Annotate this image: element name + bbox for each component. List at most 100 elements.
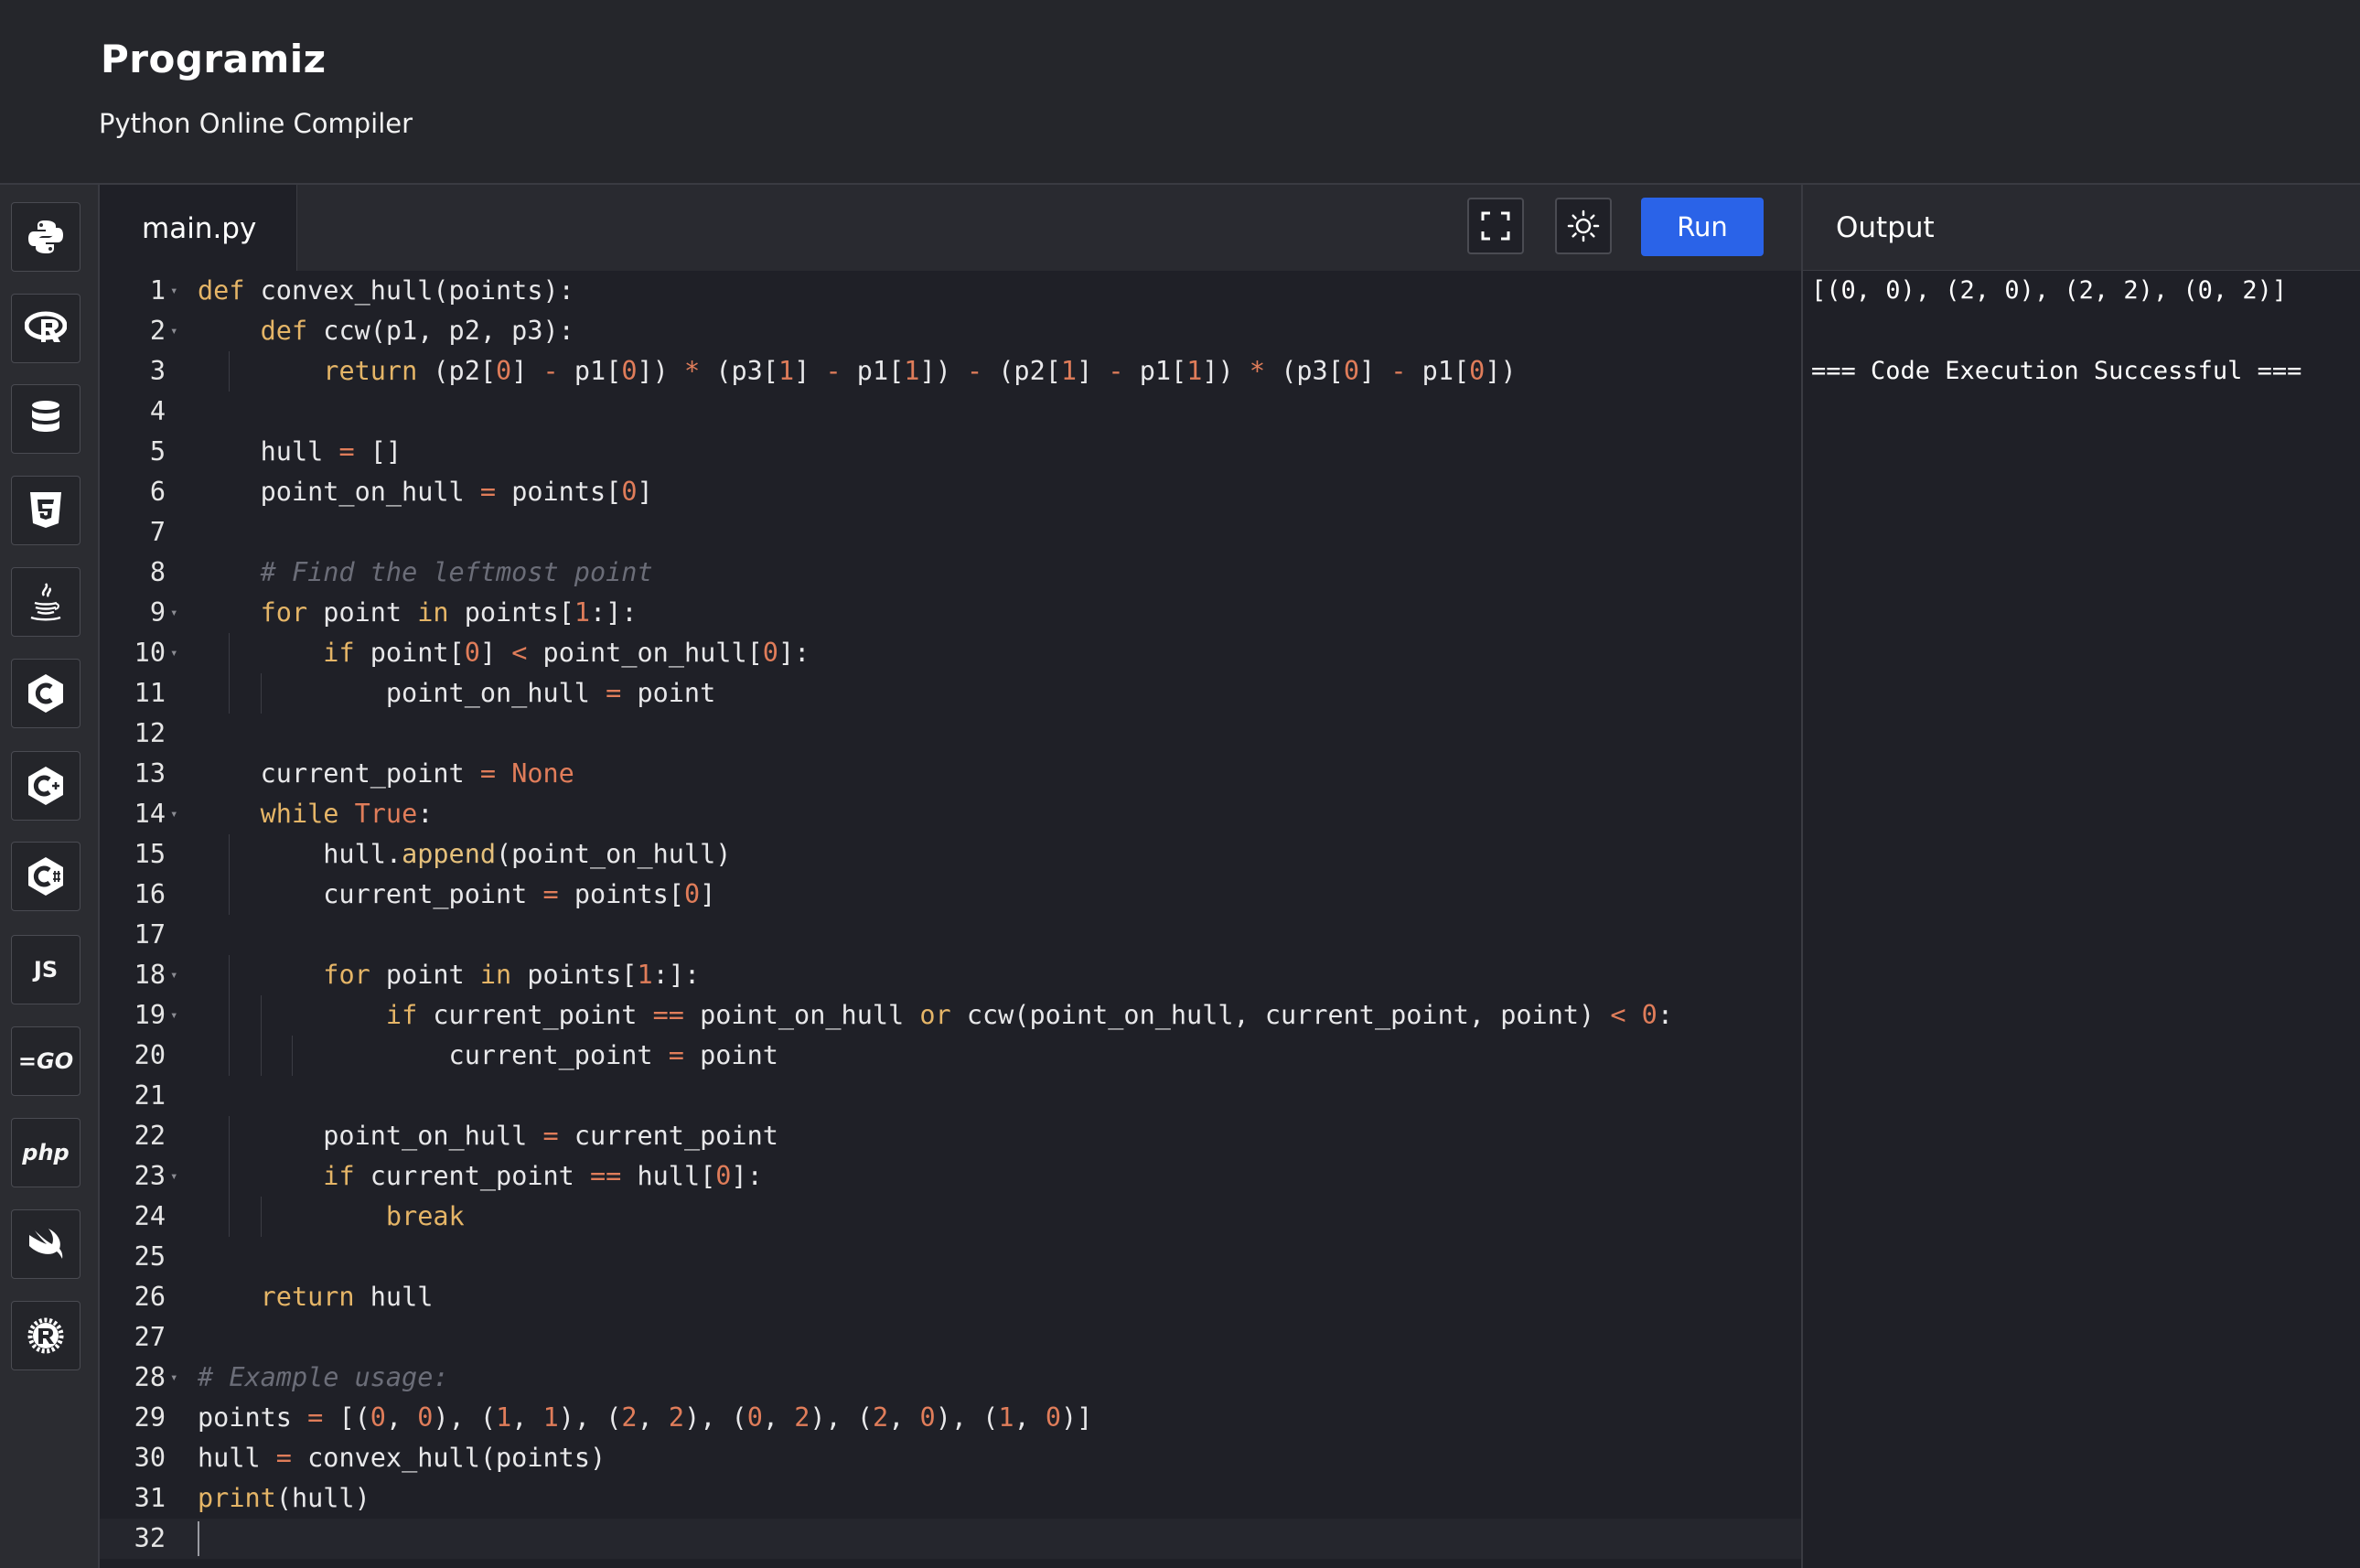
- code-line[interactable]: 16 current_point = points[0]: [100, 875, 1801, 915]
- code-line[interactable]: 22 point_on_hull = current_point: [100, 1116, 1801, 1156]
- code-line[interactable]: 23 ▾ if current_point == hull[0]:: [100, 1156, 1801, 1197]
- code-line[interactable]: 27: [100, 1317, 1801, 1358]
- code-line[interactable]: 5 hull = []: [100, 432, 1801, 472]
- code-text: def ccw(p1, p2, p3):: [260, 316, 574, 346]
- sidebar-item-sql[interactable]: [11, 384, 80, 454]
- line-number: 28: [134, 1362, 166, 1392]
- sidebar-item-java[interactable]: [11, 567, 80, 637]
- line-number: 19: [134, 1000, 166, 1030]
- line-number: 10: [134, 638, 166, 668]
- code-text: point_on_hull = point: [198, 678, 716, 708]
- code-text: for point in points[1:]:: [323, 960, 701, 990]
- code-line[interactable]: 12: [100, 714, 1801, 754]
- code-line[interactable]: 31 print(hull): [100, 1478, 1801, 1519]
- code-line[interactable]: 3 return (p2[0] - p1[0]) * (p3[1] - p1[1…: [100, 351, 1801, 392]
- line-number: 2: [149, 316, 166, 346]
- code-line[interactable]: 26 return hull: [100, 1277, 1801, 1317]
- fold-arrow-icon[interactable]: ▾: [170, 955, 177, 995]
- output-header: Output: [1803, 185, 2360, 271]
- code-line[interactable]: 20 current_point = point: [100, 1036, 1801, 1076]
- code-line[interactable]: 25: [100, 1237, 1801, 1277]
- code-line[interactable]: 9 ▾ for point in points[1:]:: [100, 593, 1801, 633]
- fold-arrow-icon[interactable]: ▾: [170, 1358, 177, 1398]
- fold-arrow-icon[interactable]: ▾: [170, 633, 177, 673]
- code-line[interactable]: 19 ▾ if current_point == point_on_hull or…: [100, 995, 1801, 1036]
- run-button[interactable]: Run: [1641, 198, 1764, 256]
- sidebar-item-r[interactable]: [11, 294, 80, 363]
- line-number: 30: [134, 1443, 166, 1473]
- code-line[interactable]: 15 hull.append(point_on_hull): [100, 834, 1801, 875]
- fold-arrow-icon[interactable]: ▾: [170, 593, 177, 633]
- line-number: 31: [134, 1483, 166, 1513]
- code-line[interactable]: 10 ▾ if point[0] < point_on_hull[0]:: [100, 633, 1801, 673]
- sidebar-item-go[interactable]: =GO: [11, 1026, 80, 1096]
- code-text: for point in points[1:]:: [260, 597, 638, 628]
- code-line[interactable]: 24 break: [100, 1197, 1801, 1237]
- cpp-icon: [27, 765, 65, 807]
- code-text: point_on_hull = current_point: [198, 1121, 778, 1151]
- code-line[interactable]: 7: [100, 512, 1801, 553]
- editor-tab-bar: main.py: [100, 185, 1801, 272]
- code-line[interactable]: 14 ▾ while True:: [100, 794, 1801, 834]
- header: Programiz Python Online Compiler: [0, 0, 2360, 183]
- output-panel[interactable]: [(0, 0), (2, 0), (2, 2), (0, 2)] === Code…: [1803, 271, 2360, 1568]
- indent-guide: [229, 1036, 231, 1076]
- fold-arrow-icon[interactable]: ▾: [170, 271, 177, 311]
- code-text: hull.append(point_on_hull): [198, 839, 732, 869]
- sidebar-item-c[interactable]: [11, 659, 80, 728]
- line-number: 4: [149, 396, 166, 426]
- fold-arrow-icon[interactable]: ▾: [170, 794, 177, 834]
- tab-main-py[interactable]: main.py: [100, 185, 297, 272]
- code-line[interactable]: 32: [100, 1519, 1801, 1559]
- csharp-icon: [27, 855, 65, 897]
- output-title: Output: [1836, 210, 1935, 244]
- indent-guide: [260, 1197, 262, 1237]
- js-icon: JS: [33, 957, 59, 983]
- code-text: print(hull): [198, 1483, 370, 1513]
- sidebar-item-swift[interactable]: [11, 1209, 80, 1279]
- code-line[interactable]: 30 hull = convex_hull(points): [100, 1438, 1801, 1478]
- indent-guide: [229, 1116, 231, 1156]
- code-text: points = [(0, 0), (1, 1), (2, 2), (0, 2)…: [198, 1402, 1093, 1433]
- indent-guide: [292, 1036, 294, 1076]
- code-line[interactable]: 21: [100, 1076, 1801, 1116]
- sidebar-item-rust[interactable]: [11, 1301, 80, 1370]
- line-number: 25: [134, 1241, 166, 1272]
- code-line[interactable]: 1 ▾ def convex_hull(points):: [100, 271, 1801, 311]
- text-cursor: [198, 1521, 199, 1556]
- go-icon: =GO: [17, 1048, 74, 1074]
- code-text: current_point = point: [198, 1040, 778, 1070]
- database-icon: [29, 399, 62, 439]
- code-line[interactable]: 11 point_on_hull = point: [100, 673, 1801, 714]
- code-line[interactable]: 13 current_point = None: [100, 754, 1801, 794]
- sidebar-item-php[interactable]: php: [11, 1118, 80, 1187]
- code-line[interactable]: 28 ▾ # Example usage:: [100, 1358, 1801, 1398]
- code-editor[interactable]: 1 ▾ def convex_hull(points): 2 ▾ def ccw(p1,…: [100, 271, 1801, 1568]
- sidebar-item-html[interactable]: [11, 476, 80, 545]
- code-line[interactable]: 17: [100, 915, 1801, 955]
- fold-arrow-icon[interactable]: ▾: [170, 995, 177, 1036]
- sidebar-item-cpp[interactable]: [11, 751, 80, 821]
- code-line[interactable]: 2 ▾ def ccw(p1, p2, p3):: [100, 311, 1801, 351]
- code-line[interactable]: 8 # Find the leftmost point: [100, 553, 1801, 593]
- java-icon: [27, 581, 64, 623]
- code-line[interactable]: 18 ▾ for point in points[1:]:: [100, 955, 1801, 995]
- programiz-logo[interactable]: Programiz: [101, 37, 327, 81]
- indent-guide: [260, 995, 262, 1036]
- fold-arrow-icon[interactable]: ▾: [170, 1156, 177, 1197]
- code-line[interactable]: 29 points = [(0, 0), (1, 1), (2, 2), (0, …: [100, 1398, 1801, 1438]
- sidebar-item-python[interactable]: [11, 202, 80, 272]
- code-text: current_point = points[0]: [198, 879, 716, 909]
- indent-guide: [229, 955, 231, 995]
- sidebar-item-javascript[interactable]: JS: [11, 935, 80, 1004]
- indent-guide: [229, 834, 231, 875]
- sidebar-item-csharp[interactable]: [11, 842, 80, 911]
- theme-toggle-button[interactable]: [1555, 198, 1612, 254]
- indent-guide: [229, 673, 231, 714]
- fullscreen-button[interactable]: [1467, 198, 1524, 254]
- fold-arrow-icon[interactable]: ▾: [170, 311, 177, 351]
- code-line[interactable]: 4: [100, 392, 1801, 432]
- code-text: hull = []: [198, 436, 402, 467]
- line-number: 5: [149, 436, 166, 467]
- code-line[interactable]: 6 point_on_hull = points[0]: [100, 472, 1801, 512]
